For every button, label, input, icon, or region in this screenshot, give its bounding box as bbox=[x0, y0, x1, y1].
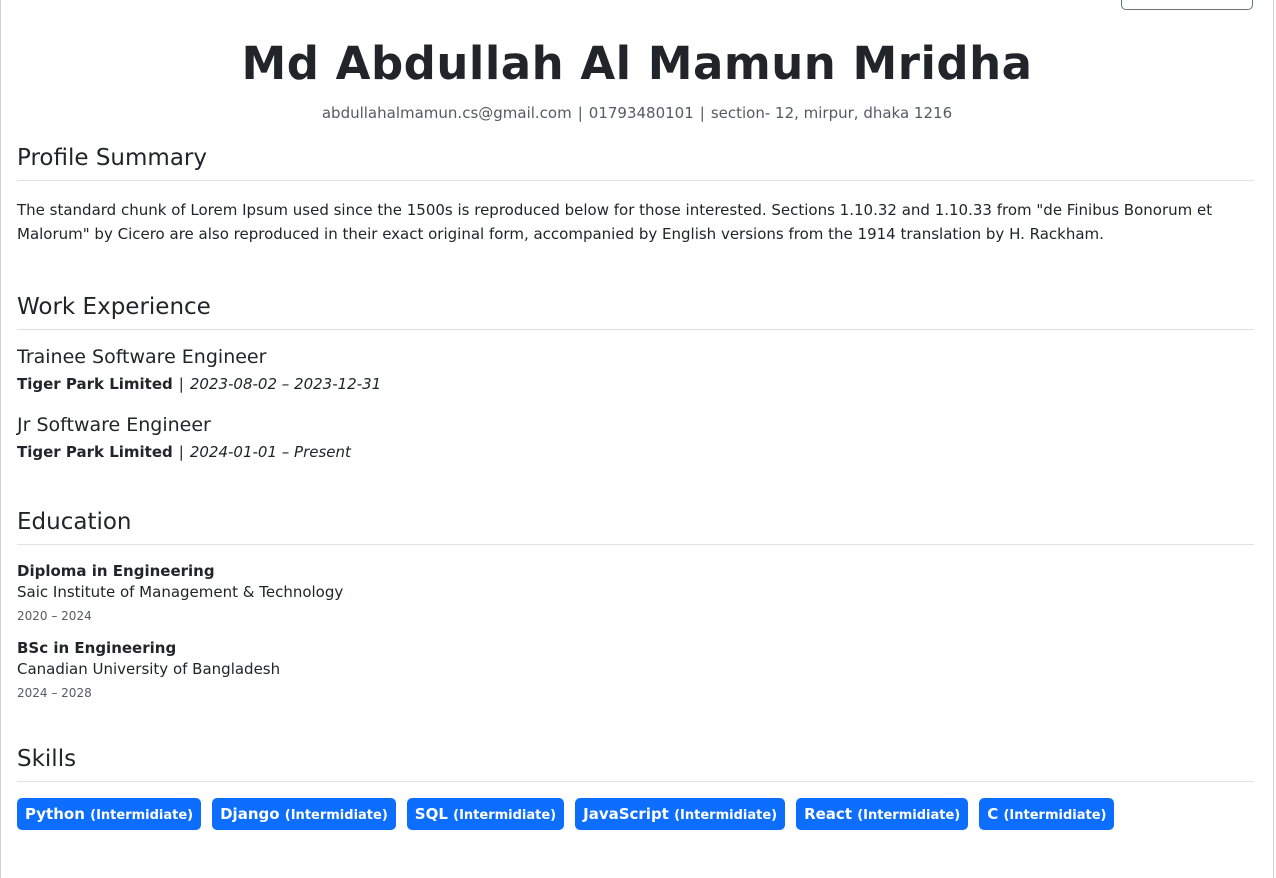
profile-summary-text: The standard chunk of Lorem Ipsum used s… bbox=[17, 201, 1213, 243]
resume-page: Md Abdullah Al Mamun Mridha abdullahalma… bbox=[0, 0, 1274, 878]
skill-badge: JavaScript (Intermidiate) bbox=[575, 798, 786, 830]
contact-address: section- 12, mirpur, dhaka 1216 bbox=[710, 104, 953, 122]
skill-name: Django bbox=[220, 805, 280, 823]
contact-separator: | bbox=[577, 104, 583, 122]
skill-level: (Intermidiate) bbox=[90, 808, 194, 823]
job-meta: Tiger Park Limited | 2024-01-01 – Present bbox=[17, 442, 1254, 462]
skill-badge: Django (Intermidiate) bbox=[212, 798, 396, 830]
skill-level: (Intermidiate) bbox=[857, 808, 961, 823]
skill-badge: React (Intermidiate) bbox=[796, 798, 969, 830]
skill-level: (Intermidiate) bbox=[284, 808, 388, 823]
job-dates: 2023-08-02 – 2023-12-31 bbox=[189, 375, 382, 393]
education-heading: Education bbox=[17, 508, 1254, 545]
education-degree: Diploma in Engineering bbox=[17, 562, 215, 580]
education-school: Saic Institute of Management & Technolog… bbox=[17, 583, 344, 601]
skill-level: (Intermidiate) bbox=[674, 808, 778, 823]
education-school: Canadian University of Bangladesh bbox=[17, 660, 281, 678]
education-years: 2024 – 2028 bbox=[17, 686, 92, 700]
job-separator: | bbox=[178, 443, 184, 461]
job-separator: | bbox=[178, 375, 184, 393]
job-title: Trainee Software Engineer bbox=[17, 346, 267, 368]
skill-name: React bbox=[804, 805, 852, 823]
skill-badge: C (Intermidiate) bbox=[979, 798, 1115, 830]
education-entry: Diploma in Engineering Saic Institute of… bbox=[17, 561, 1254, 624]
skill-name: JavaScript bbox=[583, 805, 669, 823]
job-company: Tiger Park Limited bbox=[17, 375, 173, 393]
resume-content: Profile Summary The standard chunk of Lo… bbox=[1, 144, 1273, 830]
contact-separator: | bbox=[699, 104, 705, 122]
skill-name: C bbox=[987, 805, 999, 823]
skill-name: SQL bbox=[414, 805, 448, 823]
skills-list: Python (Intermidiate) Django (Intermidia… bbox=[17, 798, 1254, 830]
education-degree: BSc in Engineering bbox=[17, 639, 177, 657]
skill-level: (Intermidiate) bbox=[453, 808, 557, 823]
job-dates: 2024-01-01 – Present bbox=[189, 443, 351, 461]
skill-level: (Intermidiate) bbox=[1003, 808, 1107, 823]
job-entry: Jr Software Engineer Tiger Park Limited |… bbox=[17, 413, 1254, 462]
job-title: Jr Software Engineer bbox=[17, 414, 211, 436]
education-entry: BSc in Engineering Canadian University o… bbox=[17, 638, 1254, 701]
work-experience-heading: Work Experience bbox=[17, 293, 1254, 330]
education-years: 2020 – 2024 bbox=[17, 609, 92, 623]
job-meta: Tiger Park Limited | 2023-08-02 – 2023-12-… bbox=[17, 374, 1254, 394]
job-entry: Trainee Software Engineer Tiger Park Lim… bbox=[17, 345, 1254, 394]
skills-heading: Skills bbox=[17, 745, 1254, 782]
contact-line: abdullahalmamun.cs@gmail.com | 01793480101… bbox=[1, 104, 1273, 122]
skill-badge: Python (Intermidiate) bbox=[17, 798, 202, 830]
top-action-button[interactable] bbox=[1121, 0, 1253, 10]
profile-summary-heading: Profile Summary bbox=[17, 144, 1254, 181]
contact-phone: 01793480101 bbox=[588, 104, 694, 122]
resume-header: Md Abdullah Al Mamun Mridha abdullahalma… bbox=[1, 0, 1273, 123]
skill-name: Python bbox=[25, 805, 85, 823]
candidate-name: Md Abdullah Al Mamun Mridha bbox=[241, 37, 1033, 90]
skill-badge: SQL (Intermidiate) bbox=[406, 798, 565, 830]
job-company: Tiger Park Limited bbox=[17, 443, 173, 461]
contact-email: abdullahalmamun.cs@gmail.com bbox=[321, 104, 572, 122]
